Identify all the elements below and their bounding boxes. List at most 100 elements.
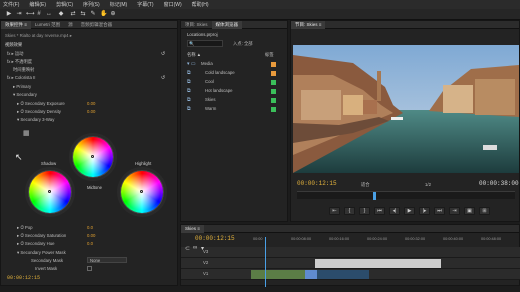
project-item[interactable]: ⧉ Warm (187, 106, 283, 114)
mark-in-icon[interactable]: { (344, 207, 355, 215)
secondary-3way-group[interactable]: ▾ Secondary 3-Way (17, 117, 54, 123)
step-back-edit-icon[interactable]: ⏮ (374, 207, 385, 215)
secondary-exposure-label: ▸ ⏱ Secondary Exposure (17, 101, 65, 106)
secondary-density-value[interactable]: 0.00 (87, 109, 95, 114)
step-back-icon[interactable]: ◂| (389, 207, 400, 215)
timeline-ruler[interactable]: 00:00 00:00:08:00 00:00:16:00 00:00:24:00 00… (253, 237, 520, 245)
fx-time-remap[interactable]: 时间重映射 (13, 67, 34, 73)
power-mask-group[interactable]: ▾ Secondary Power Mask (17, 250, 66, 256)
play-icon[interactable]: ▶ (404, 207, 415, 215)
mark-out-icon[interactable]: } (359, 207, 370, 215)
hand-icon[interactable]: ✋ (100, 11, 107, 17)
secondary-hue-value[interactable]: 0.0 (87, 241, 93, 246)
project-search-input[interactable]: 🔍 (187, 40, 223, 47)
menu-help[interactable]: 帮助(H) (192, 1, 209, 8)
label-color-swatch[interactable] (271, 107, 276, 112)
secondary-group[interactable]: ▾ Secondary (13, 92, 37, 98)
timeline-timecode[interactable]: 00:00:12:15 (195, 235, 235, 242)
slide-icon[interactable]: ⇆ (80, 11, 86, 17)
menu-edit[interactable]: 编辑(E) (29, 1, 46, 8)
marker-icon[interactable]: ▾ (201, 245, 204, 252)
menu-marker[interactable]: 标记(M) (110, 1, 128, 8)
go-to-in-icon[interactable]: ⇤ (329, 207, 340, 215)
tab-project[interactable]: 项目: Skies (181, 21, 212, 29)
label-color-swatch[interactable] (271, 89, 276, 94)
track-v2[interactable]: V2 (181, 258, 520, 269)
clip-v1-a[interactable] (251, 270, 305, 279)
invert-mask-checkbox[interactable] (87, 266, 92, 271)
project-item[interactable]: ⧉ Cool (187, 79, 283, 87)
button-editor-icon[interactable]: ⊞ (479, 207, 490, 215)
shadow-color-wheel[interactable] (29, 171, 71, 213)
project-item[interactable]: ⧉ Skies (187, 97, 283, 105)
tab-lumetri-scopes[interactable]: Lumetri 范围 (31, 21, 64, 29)
rate-stretch-icon[interactable]: ↔ (46, 11, 52, 17)
pen-icon[interactable]: ✎ (90, 11, 96, 17)
clip-v2[interactable] (315, 259, 441, 268)
tab-sequence[interactable]: Skies ≡ (181, 224, 204, 233)
pop-value[interactable]: 0.0 (87, 225, 93, 230)
timeline-playhead[interactable] (265, 237, 266, 287)
column-name[interactable]: 名称 ▲ (187, 52, 201, 58)
menu-title[interactable]: 字幕(T) (137, 1, 153, 8)
menu-sequence[interactable]: 序列(S) (83, 1, 100, 8)
step-forward-edit-icon[interactable]: ⏭ (434, 207, 445, 215)
midtone-wheel-handle[interactable] (91, 155, 94, 158)
highlight-wheel-handle[interactable] (140, 190, 143, 193)
track-v3[interactable]: V3 (181, 247, 520, 258)
tab-audio-clip-mixer[interactable]: 音频剪辑混合器 (77, 21, 117, 29)
zoom-icon[interactable]: ⊕ (110, 11, 116, 17)
tab-source[interactable]: 源 (64, 21, 77, 29)
program-video-frame[interactable] (293, 45, 519, 173)
clip-v1-c[interactable] (317, 270, 369, 279)
step-forward-icon[interactable]: |▸ (419, 207, 430, 215)
slip-icon[interactable]: ⇄ (70, 11, 76, 17)
in-point-filter[interactable]: 入点: 全部 (233, 41, 253, 47)
rolling-edit-icon[interactable]: # (36, 11, 42, 17)
secondary-exposure-value[interactable]: 0.00 (87, 101, 95, 106)
project-item[interactable]: ⧉ Hot landscape (187, 88, 283, 96)
program-timecode[interactable]: 00:00:12:15 (297, 180, 337, 187)
label-color-swatch[interactable] (271, 98, 276, 103)
fx-colorista[interactable]: fx ▸ Colorista II (7, 75, 35, 81)
selection-tool-icon[interactable]: ▶ (6, 11, 12, 17)
export-frame-icon[interactable]: ▣ (464, 207, 475, 215)
project-item[interactable]: ▾ ▭ Media (187, 61, 283, 69)
midtone-color-wheel[interactable] (73, 137, 113, 177)
shadow-wheel-handle[interactable] (48, 190, 51, 193)
column-label[interactable]: 标签 (265, 52, 274, 58)
primary-group[interactable]: ▸ Primary (13, 84, 31, 90)
fx-motion[interactable]: fx ▸ 运动 (7, 51, 23, 57)
effect-controls-timecode[interactable]: 00:00:12:15 (7, 275, 40, 281)
reset-icon[interactable]: ↺ (161, 75, 165, 81)
label-color-swatch[interactable] (271, 71, 276, 76)
grid-icon[interactable]: ▦ (23, 129, 30, 137)
razor-icon[interactable]: ◆ (58, 11, 64, 17)
midtone-label: Midtone (87, 185, 102, 190)
program-time-ruler[interactable] (297, 191, 515, 200)
link-icon[interactable]: ∞ (193, 245, 197, 251)
go-to-out-icon[interactable]: ⇥ (449, 207, 460, 215)
track-v1[interactable]: V1 (181, 269, 520, 280)
label-color-swatch[interactable] (271, 80, 276, 85)
label-color-swatch[interactable] (271, 62, 276, 67)
highlight-color-wheel[interactable] (121, 171, 163, 213)
zoom-fit-select[interactable]: 适合 (361, 182, 370, 188)
resolution-select[interactable]: 1/2 (425, 182, 431, 187)
program-playhead[interactable] (373, 192, 376, 200)
reset-icon[interactable]: ↺ (161, 51, 165, 57)
menu-file[interactable]: 文件(F) (3, 1, 19, 8)
ripple-edit-icon[interactable]: ⟷ (26, 11, 35, 17)
menu-window[interactable]: 窗口(W) (164, 1, 182, 8)
menu-clip[interactable]: 剪辑(C) (56, 1, 73, 8)
fx-opacity[interactable]: fx ▸ 不透明度 (7, 59, 32, 65)
clip-v1-b[interactable] (305, 270, 317, 279)
project-item[interactable]: ⧉ Cold landscape (187, 70, 283, 78)
secondary-mask-select[interactable]: None (87, 257, 127, 263)
track-select-icon[interactable]: ⇥ (16, 11, 22, 17)
tab-media-browser[interactable]: 媒体浏览器 (211, 20, 243, 29)
tab-effect-controls[interactable]: 效果控件 ≡ (1, 20, 31, 29)
tab-program[interactable]: 节目: Skies ≡ (291, 20, 326, 29)
secondary-saturation-value[interactable]: 0.00 (87, 233, 95, 238)
snap-icon[interactable]: ⊂ (185, 245, 190, 252)
